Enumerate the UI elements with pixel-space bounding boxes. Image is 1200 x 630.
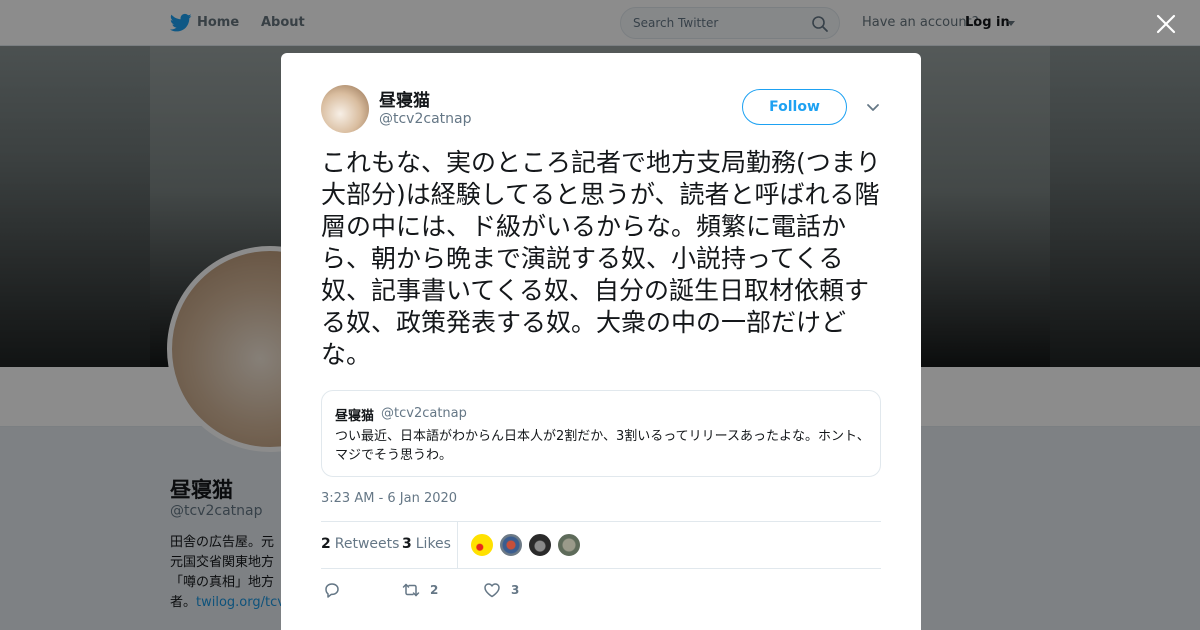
liker-avatar[interactable] [470, 533, 494, 557]
quoted-tweet[interactable]: 昼寝猫 @tcv2catnap つい最近、日本語がわからん日本人が2割だか、3割… [321, 390, 881, 477]
quoted-author-name: 昼寝猫 [335, 409, 375, 424]
author-avatar[interactable] [321, 85, 369, 133]
tweet-modal: 昼寝猫 @tcv2catnap Follow これもな、実のところ記者で地方支局… [281, 53, 921, 630]
quoted-author-handle: @tcv2catnap [381, 406, 467, 421]
close-icon[interactable] [1154, 12, 1178, 36]
author-name[interactable]: 昼寝猫 [379, 86, 430, 111]
like-count: 3 [511, 583, 520, 597]
quoted-text: つい最近、日本語がわからん日本人が2割だか、3割いるってリリースあったよな。ホン… [335, 429, 870, 463]
retweet-icon[interactable] [402, 581, 420, 599]
liker-avatar[interactable] [557, 533, 581, 557]
tweet-timestamp[interactable]: 3:23 AM - 6 Jan 2020 [321, 491, 457, 506]
chevron-down-icon[interactable] [866, 103, 880, 113]
follow-button[interactable]: Follow [742, 89, 847, 125]
author-handle[interactable]: @tcv2catnap [379, 111, 471, 127]
like-icon[interactable] [483, 581, 501, 599]
likes-stat[interactable]: 3 Likes [402, 536, 451, 552]
retweets-stat[interactable]: 2 Retweets [321, 536, 399, 552]
divider [457, 522, 458, 568]
tweet-stats: 2 Retweets 3 Likes [321, 522, 881, 568]
likes-label: Likes [415, 536, 451, 552]
liker-avatar[interactable] [528, 533, 552, 557]
reply-icon[interactable] [323, 581, 341, 599]
liker-avatar[interactable] [499, 533, 523, 557]
tweet-actions: 2 3 [321, 577, 881, 603]
retweets-count: 2 [321, 536, 331, 552]
tweet-text: これもな、実のところ記者で地方支局勤務(つまり大部分)は経験してると思うが、読者… [321, 148, 881, 369]
likes-count: 3 [402, 536, 412, 552]
divider [321, 568, 881, 569]
retweet-count: 2 [430, 583, 439, 597]
retweets-label: Retweets [334, 536, 400, 552]
